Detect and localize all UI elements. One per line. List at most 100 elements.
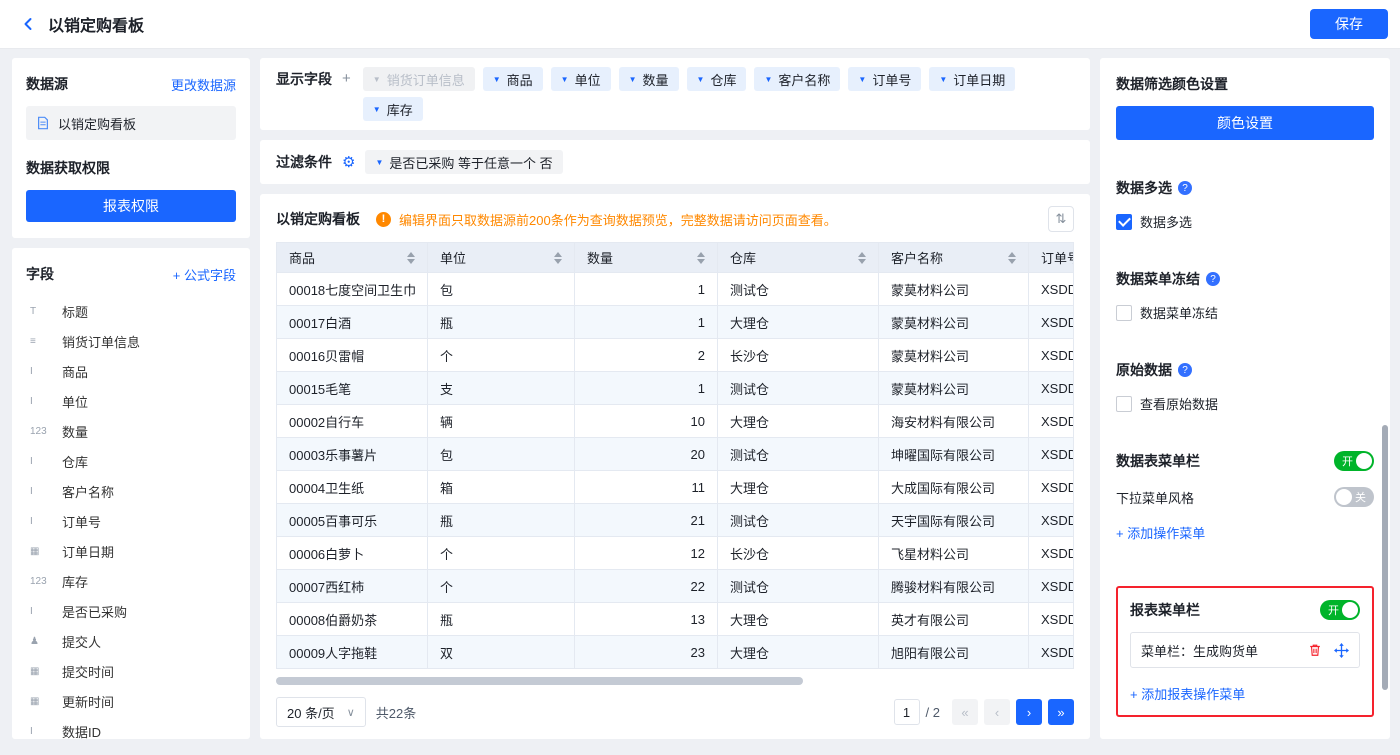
sort-icon[interactable] xyxy=(1008,252,1016,264)
field-label: 提交人 xyxy=(62,632,101,651)
table-row[interactable]: 00015毛笔 支 1 测试仓 蒙莫材料公司 XSDD20 xyxy=(277,372,1074,405)
table-row[interactable]: 00017白酒 瓶 1 大理仓 蒙莫材料公司 XSDD20 xyxy=(277,306,1074,339)
field-list-item[interactable]: ≡ 销货订单信息 xyxy=(26,326,236,356)
column-label: 仓库 xyxy=(730,248,756,267)
settings-sidebar: 数据筛选颜色设置 颜色设置 数据多选 ? 数据多选 数据菜单冻结 ? 数据菜单冻… xyxy=(1100,58,1390,739)
column-header[interactable]: 单位 xyxy=(428,243,575,273)
field-list-item[interactable]: I 商品 xyxy=(26,356,236,386)
filter-condition-chip[interactable]: ▼ 是否已采购 等于任意一个 否 xyxy=(365,150,562,174)
multi-select-checkbox[interactable]: 数据多选 xyxy=(1116,212,1374,231)
table-row[interactable]: 00005百事可乐 瓶 21 测试仓 天宇国际有限公司 XSDD20 xyxy=(277,504,1074,537)
report-permission-button[interactable]: 报表权限 xyxy=(26,190,236,222)
horizontal-scrollbar[interactable] xyxy=(276,677,803,685)
table-row[interactable]: 00009人字拖鞋 双 23 大理仓 旭阳有限公司 XSDD20 xyxy=(277,636,1074,669)
display-field-chip[interactable]: ▼ 商品 xyxy=(483,67,543,91)
fields-panel: 字段 + 公式字段 T 标题 ≡ 销货订单信息 I xyxy=(12,248,250,739)
sort-icon[interactable] xyxy=(554,252,562,264)
cell-product: 00004卫生纸 xyxy=(277,471,428,504)
report-menu-toggle[interactable]: 开 xyxy=(1320,600,1360,620)
color-settings-button[interactable]: 颜色设置 xyxy=(1116,106,1374,140)
last-page-button[interactable]: » xyxy=(1048,699,1074,725)
sort-icon[interactable] xyxy=(697,252,705,264)
change-datasource-link[interactable]: 更改数据源 xyxy=(171,75,236,94)
display-field-chip[interactable]: ▼ 订单号 xyxy=(848,67,921,91)
display-field-chip[interactable]: ▼ 单位 xyxy=(551,67,611,91)
file-icon xyxy=(36,116,50,130)
field-list-item[interactable]: I 客户名称 xyxy=(26,476,236,506)
field-list-item[interactable]: 123 库存 xyxy=(26,566,236,596)
sort-icon[interactable] xyxy=(407,252,415,264)
gear-icon[interactable]: ⚙ xyxy=(342,155,355,170)
table-row[interactable]: 00016贝雷帽 个 2 长沙仓 蒙莫材料公司 XSDD20 xyxy=(277,339,1074,372)
help-icon[interactable]: ? xyxy=(1178,181,1192,195)
field-list-item[interactable]: ▦ 订单日期 xyxy=(26,536,236,566)
table-row[interactable]: 00004卫生纸 箱 11 大理仓 大成国际有限公司 XSDD20 xyxy=(277,471,1074,504)
page-size-select[interactable]: 20 条/页 ∨ xyxy=(276,697,366,727)
field-type-icon: ≡ xyxy=(30,336,52,347)
field-list-item[interactable]: ▦ 更新时间 xyxy=(26,686,236,716)
help-icon[interactable]: ? xyxy=(1178,363,1192,377)
add-formula-field-link[interactable]: + 公式字段 xyxy=(173,265,236,284)
save-button[interactable]: 保存 xyxy=(1310,9,1388,39)
chevron-down-icon: ▼ xyxy=(373,105,381,114)
field-list-item[interactable]: ♟ 提交人 xyxy=(26,626,236,656)
row-height-button[interactable]: ⇅ xyxy=(1048,206,1074,232)
dropdown-style-toggle[interactable]: 关 xyxy=(1334,487,1374,507)
field-label: 数量 xyxy=(62,422,88,441)
sort-icon[interactable] xyxy=(858,252,866,264)
delete-icon[interactable] xyxy=(1308,643,1322,657)
display-field-chip[interactable]: ▼ 数量 xyxy=(619,67,679,91)
chevron-down-icon: ▼ xyxy=(375,158,383,167)
datasource-item[interactable]: 以销定购看板 xyxy=(26,106,236,140)
field-list-item[interactable]: I 仓库 xyxy=(26,446,236,476)
table-row[interactable]: 00002自行车 辆 10 大理仓 海安材料有限公司 XSDD20 xyxy=(277,405,1074,438)
add-display-field-button[interactable]: + xyxy=(342,67,351,91)
table-row[interactable]: 00007西红柿 个 22 测试仓 腾骏材料有限公司 XSDD20 xyxy=(277,570,1074,603)
preview-table-panel: 以销定购看板 ! 编辑界面只取数据源前200条作为查询数据预览，完整数据请访问页… xyxy=(260,194,1090,739)
add-action-menu-link[interactable]: + 添加操作菜单 xyxy=(1116,523,1205,542)
table-row[interactable]: 00003乐事薯片 包 20 测试仓 坤曜国际有限公司 XSDD20 xyxy=(277,438,1074,471)
cell-warehouse: 测试仓 xyxy=(718,438,879,471)
column-header[interactable]: 仓库 xyxy=(718,243,879,273)
table-row[interactable]: 00018七度空间卫生巾 包 1 测试仓 蒙莫材料公司 XSDD20 xyxy=(277,273,1074,306)
display-field-chip[interactable]: ▼ 仓库 xyxy=(687,67,747,91)
display-field-chip[interactable]: ▼ 销货订单信息 xyxy=(363,67,475,91)
vertical-scrollbar[interactable] xyxy=(1382,425,1388,690)
back-button[interactable] xyxy=(20,16,36,32)
current-page-box[interactable]: 1 xyxy=(894,699,920,725)
column-header[interactable]: 商品 xyxy=(277,243,428,273)
menu-freeze-checkbox[interactable]: 数据菜单冻结 xyxy=(1116,303,1374,322)
move-icon[interactable] xyxy=(1334,643,1349,658)
column-header[interactable]: 数量 xyxy=(575,243,718,273)
raw-data-title: 原始数据 xyxy=(1116,360,1172,380)
field-list-item[interactable]: T 标题 xyxy=(26,296,236,326)
table-row[interactable]: 00008伯爵奶茶 瓶 13 大理仓 英才有限公司 XSDD20 xyxy=(277,603,1074,636)
toggle-on-label: 开 xyxy=(1342,453,1353,469)
display-field-chip[interactable]: ▼ 库存 xyxy=(363,97,423,121)
cell-order-no: XSDD20 xyxy=(1029,504,1074,537)
field-label: 标题 xyxy=(62,302,88,321)
field-list-item[interactable]: 123 数量 xyxy=(26,416,236,446)
display-field-chip[interactable]: ▼ 订单日期 xyxy=(929,67,1015,91)
report-menu-section: 报表菜单栏 开 菜单栏：生成购货单 + 添加报表操作菜单 xyxy=(1116,586,1374,717)
report-menu-item[interactable]: 菜单栏：生成购货单 xyxy=(1130,632,1360,668)
column-header[interactable]: 订单号 xyxy=(1029,243,1074,273)
cell-quantity: 1 xyxy=(575,306,718,339)
field-list-item[interactable]: I 是否已采购 xyxy=(26,596,236,626)
next-page-button[interactable]: › xyxy=(1016,699,1042,725)
add-report-action-menu-link[interactable]: + 添加报表操作菜单 xyxy=(1130,684,1245,703)
column-header[interactable]: 客户名称 xyxy=(879,243,1029,273)
field-list-item[interactable]: I 数据ID xyxy=(26,716,236,739)
cell-customer: 飞星材料公司 xyxy=(879,537,1029,570)
cell-unit: 个 xyxy=(428,570,575,603)
field-list-item[interactable]: I 单位 xyxy=(26,386,236,416)
prev-page-button[interactable]: ‹ xyxy=(984,699,1010,725)
view-raw-data-checkbox[interactable]: 查看原始数据 xyxy=(1116,394,1374,413)
table-menu-toggle[interactable]: 开 xyxy=(1334,451,1374,471)
field-list-item[interactable]: ▦ 提交时间 xyxy=(26,656,236,686)
help-icon[interactable]: ? xyxy=(1206,272,1220,286)
table-row[interactable]: 00006白萝卜 个 12 长沙仓 飞星材料公司 XSDD20 xyxy=(277,537,1074,570)
first-page-button[interactable]: « xyxy=(952,699,978,725)
field-list-item[interactable]: I 订单号 xyxy=(26,506,236,536)
display-field-chip[interactable]: ▼ 客户名称 xyxy=(754,67,840,91)
